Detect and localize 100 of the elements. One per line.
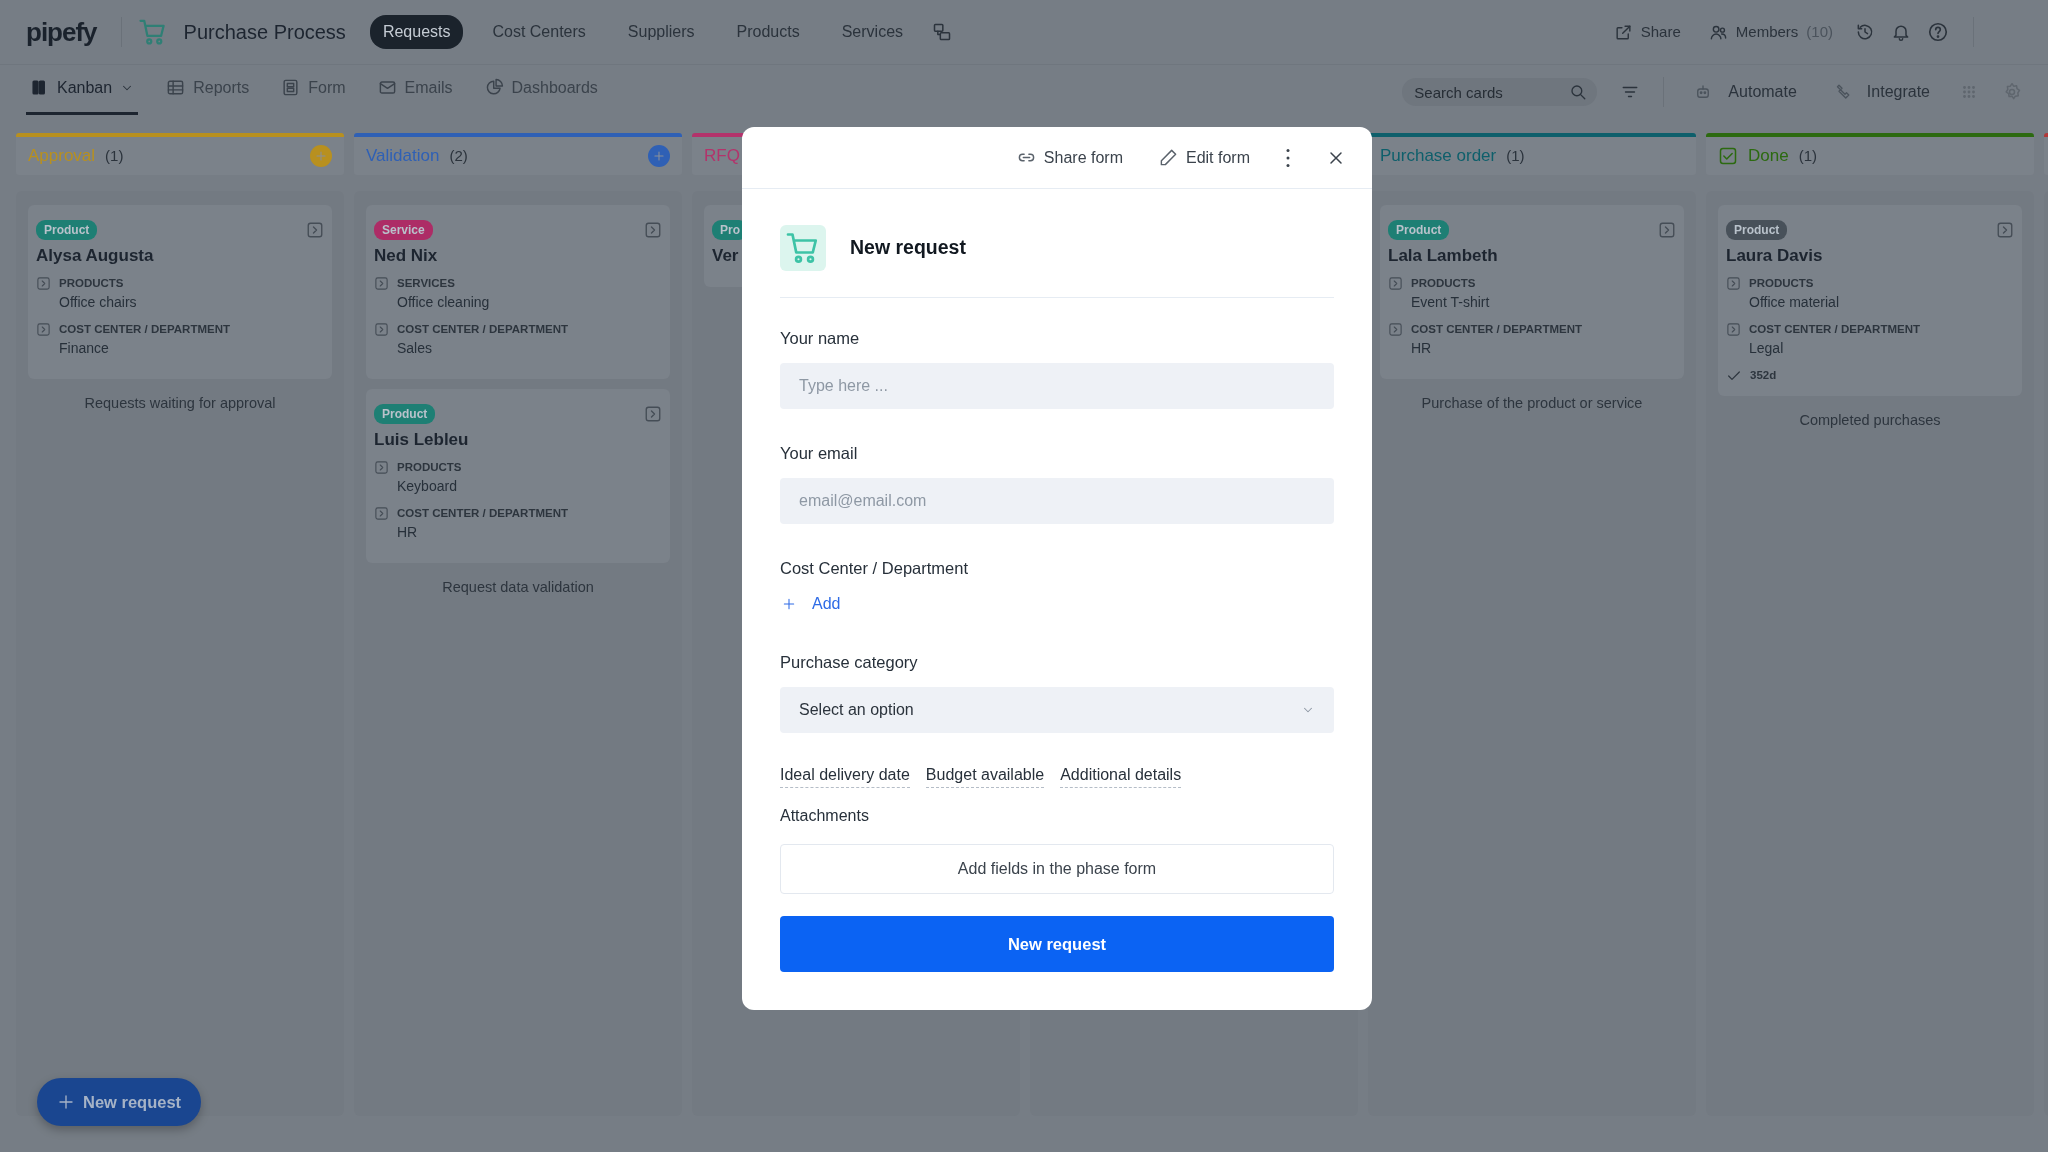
card-title: Luis Lebleu bbox=[374, 429, 469, 451]
field-label: Your name bbox=[780, 328, 861, 349]
field-icon bbox=[374, 505, 389, 521]
optional-field-link[interactable]: Ideal delivery date bbox=[780, 763, 910, 788]
field-icon bbox=[374, 275, 389, 291]
view-tab[interactable]: Dashboards bbox=[480, 63, 602, 115]
open-card-icon bbox=[644, 221, 662, 239]
select-field[interactable]: Select an option bbox=[780, 687, 1334, 733]
nav-tab[interactable]: Suppliers bbox=[614, 15, 708, 49]
view-tab[interactable]: Form bbox=[277, 63, 350, 115]
share-form-button[interactable]: Share form bbox=[1016, 145, 1123, 170]
card-title: Alysa Augusta bbox=[36, 245, 154, 267]
phase-count: (1) bbox=[1798, 145, 1817, 166]
field-icon bbox=[36, 321, 51, 337]
reports-icon bbox=[166, 78, 186, 97]
phase-description: Requests waiting for approval bbox=[83, 394, 277, 413]
edit-form-button[interactable]: Edit form bbox=[1159, 145, 1250, 170]
history-icon bbox=[1855, 22, 1875, 42]
view-tab[interactable]: Emails bbox=[373, 63, 457, 115]
phase-count: (1) bbox=[1506, 145, 1525, 166]
form-icon bbox=[281, 78, 301, 97]
phase-description: Request data validation bbox=[441, 578, 595, 597]
open-card-icon bbox=[306, 221, 324, 239]
field-label: COST CENTER / DEPARTMENT bbox=[397, 505, 568, 521]
share-icon bbox=[1613, 22, 1633, 42]
type-tag: Product bbox=[1726, 220, 1788, 240]
type-tag: Product bbox=[36, 220, 98, 240]
input-field[interactable]: email@email.com bbox=[780, 477, 1334, 524]
type-tag: Service bbox=[374, 220, 433, 240]
card-title: Ned Nix bbox=[374, 245, 438, 267]
field-value: Office material bbox=[1749, 292, 1839, 312]
form-title: New request bbox=[850, 235, 966, 261]
view-tab[interactable]: Reports bbox=[162, 63, 254, 115]
search-icon bbox=[1569, 83, 1588, 101]
field-label: Purchase category bbox=[780, 652, 919, 674]
phase-title: Purchase order bbox=[1380, 145, 1497, 168]
field-value: Office cleaning bbox=[397, 292, 490, 312]
optional-field-link[interactable]: Budget available bbox=[925, 763, 1045, 788]
input-field[interactable]: Type here ... bbox=[780, 362, 1334, 409]
request-card[interactable]: Product Laura Davis PRODUCTS Office material COST CENTER / DEPARTMENT Legal 352d bbox=[1718, 205, 2022, 397]
request-card[interactable]: Product Alysa Augusta PRODUCTS Office chairs COST CENTER / DEPARTMENT Finance bbox=[28, 205, 332, 379]
dashboards-icon bbox=[484, 78, 504, 97]
field-icon bbox=[374, 321, 389, 337]
kebab-icon bbox=[1286, 148, 1290, 167]
phase-title: Done bbox=[1748, 145, 1789, 168]
view-tab[interactable]: Kanban bbox=[26, 63, 139, 115]
card-title: Lala Lambeth bbox=[1388, 245, 1498, 267]
cart-icon bbox=[137, 17, 168, 47]
logo[interactable]: pipefy bbox=[26, 12, 97, 52]
plus-icon bbox=[57, 1093, 75, 1111]
field-label: COST CENTER / DEPARTMENT bbox=[1749, 321, 1920, 337]
request-card[interactable]: Product Lala Lambeth PRODUCTS Event T-shirt COST CENTER / DEPARTMENT HR bbox=[1380, 205, 1684, 379]
automate-button[interactable]: Automate bbox=[1688, 79, 1803, 105]
submit-button[interactable]: New request bbox=[780, 916, 1334, 972]
phase-count: (2) bbox=[449, 145, 468, 166]
field-value: HR bbox=[397, 523, 419, 542]
nav-tab[interactable]: Cost Centers bbox=[479, 15, 599, 49]
field-label: PRODUCTS bbox=[59, 275, 125, 291]
field-value: Finance bbox=[59, 339, 110, 358]
cart-icon bbox=[780, 225, 826, 271]
nav-tab[interactable]: Requests bbox=[369, 15, 464, 49]
field-value: Sales bbox=[397, 339, 434, 358]
field-label: PRODUCTS bbox=[1411, 275, 1477, 291]
more-button[interactable] bbox=[1286, 148, 1290, 167]
field-label: SERVICES bbox=[397, 275, 456, 291]
phase-title: Approval bbox=[28, 145, 96, 168]
section-label: Attachments bbox=[780, 806, 870, 826]
field-label: Cost Center / Department bbox=[780, 557, 969, 579]
request-card[interactable]: Service Ned Nix SERVICES Office cleaning COST CENTER / DEPARTMENT Sales bbox=[366, 205, 670, 379]
checkbox-icon bbox=[1718, 146, 1738, 166]
plus-icon bbox=[652, 149, 666, 163]
type-tag: Product bbox=[374, 404, 436, 424]
new-request-button[interactable]: New request bbox=[37, 1078, 202, 1126]
nav-tab[interactable]: Services bbox=[828, 15, 917, 49]
share-button[interactable]: Share bbox=[1607, 19, 1687, 45]
plus-icon bbox=[782, 597, 796, 612]
field-label: Your email bbox=[780, 442, 859, 464]
field-value: Keyboard bbox=[397, 476, 458, 496]
search-field[interactable]: Search cards bbox=[1402, 78, 1598, 106]
field-label: COST CENTER / DEPARTMENT bbox=[59, 321, 230, 337]
pipe-title: Purchase Process bbox=[183, 20, 346, 45]
request-card[interactable]: Product Luis Lebleu PRODUCTS Keyboard COST CENTER / DEPARTMENT HR bbox=[366, 389, 670, 563]
optional-field-link[interactable]: Additional details bbox=[1060, 763, 1182, 788]
field-value: Legal bbox=[1749, 339, 1785, 358]
phase-count: (1) bbox=[105, 145, 124, 166]
phase-title: Validation bbox=[366, 145, 440, 168]
field-label: PRODUCTS bbox=[397, 459, 462, 475]
help-icon bbox=[1927, 21, 1949, 43]
field-icon bbox=[1726, 275, 1741, 291]
field-label: COST CENTER / DEPARTMENT bbox=[397, 321, 568, 337]
phase-title: RFQ bbox=[704, 145, 740, 168]
plus-icon bbox=[314, 149, 328, 163]
add-link[interactable]: Add bbox=[780, 592, 841, 617]
integrate-button[interactable]: Integrate bbox=[1826, 79, 1936, 105]
field-label: COST CENTER / DEPARTMENT bbox=[1411, 321, 1582, 337]
field-label: PRODUCTS bbox=[1749, 275, 1815, 291]
nav-tab[interactable]: Products bbox=[723, 15, 813, 49]
field-icon bbox=[1388, 275, 1403, 291]
hint-box: Add fields in the phase form bbox=[780, 844, 1334, 894]
emails-icon bbox=[377, 78, 397, 97]
